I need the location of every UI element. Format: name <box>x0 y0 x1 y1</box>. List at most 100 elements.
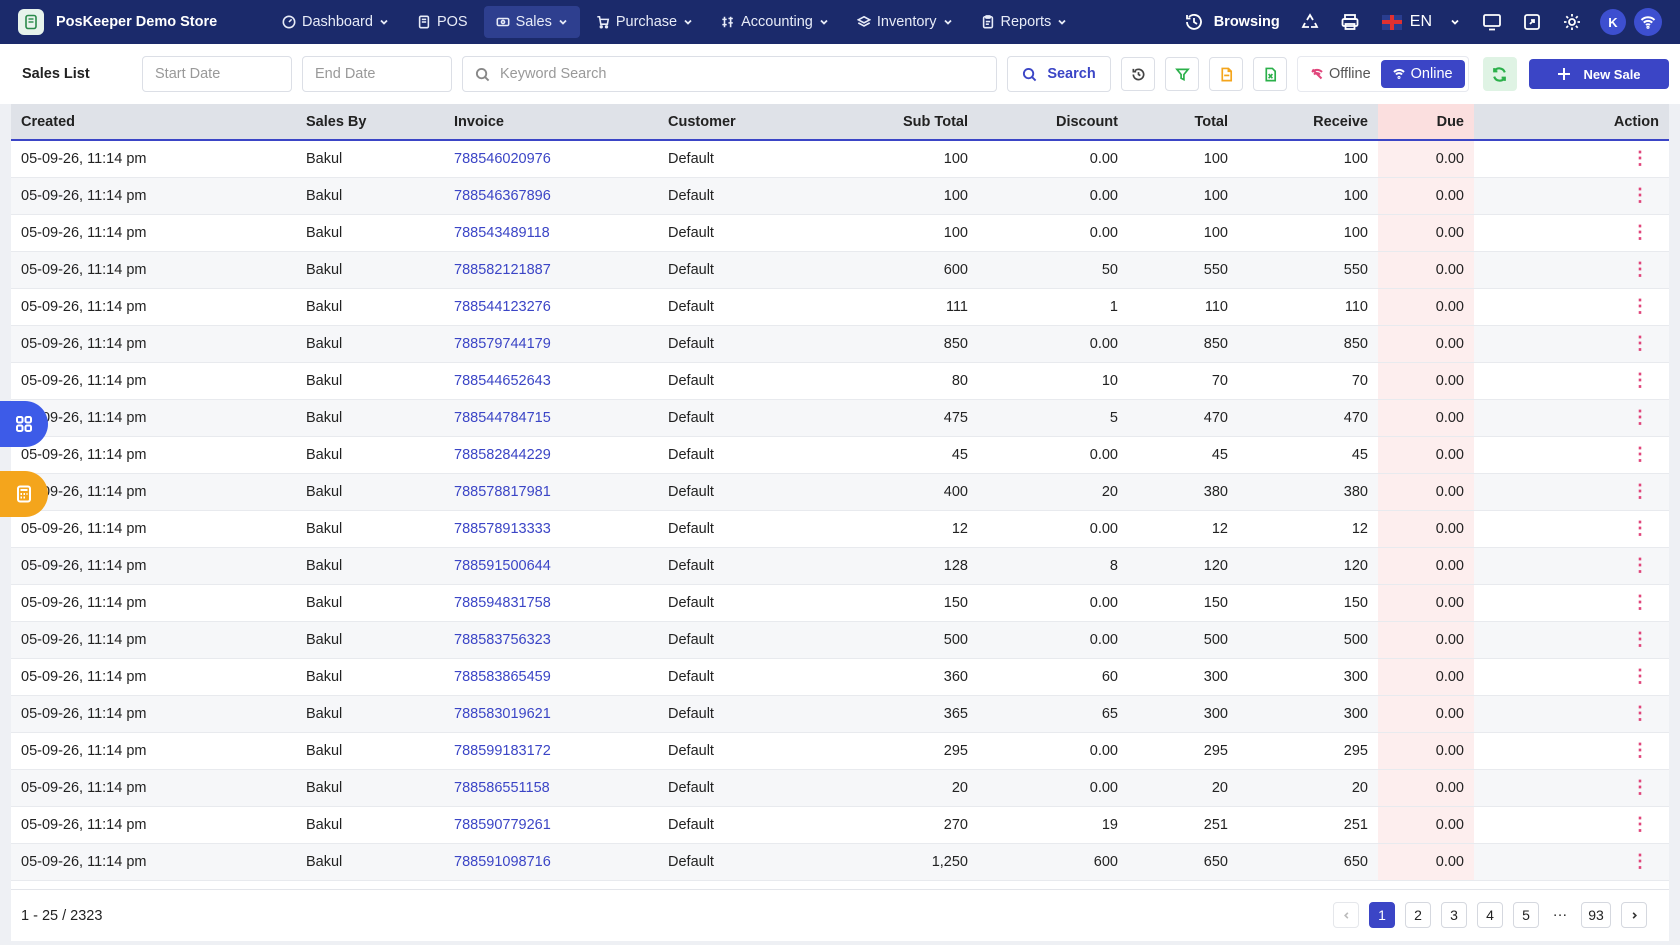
settings-button[interactable] <box>1552 0 1592 44</box>
nav-pos[interactable]: POS <box>405 6 480 38</box>
row-action-menu-icon[interactable]: ⋮ <box>1474 510 1669 548</box>
nav-accounting[interactable]: Accounting <box>709 6 841 38</box>
reset-button[interactable] <box>1121 57 1155 91</box>
cell-invoice[interactable]: 788579744179 <box>444 325 658 363</box>
start-date-input[interactable]: Start Date <box>142 56 292 92</box>
page-5-button[interactable]: 5 <box>1513 902 1539 928</box>
col-due[interactable]: Due <box>1378 104 1474 141</box>
table-row[interactable]: 05-09-26, 11:14 pm Bakul 788578817981 Defau… <box>11 473 1669 511</box>
row-action-menu-icon[interactable]: ⋮ <box>1474 288 1669 326</box>
search-button[interactable]: Search <box>1007 56 1111 92</box>
fullscreen-button[interactable] <box>1512 0 1552 44</box>
table-row[interactable]: 05-09-26, 11:14 pm Bakul 788578913333 Defau… <box>11 510 1669 548</box>
table-row[interactable]: 05-09-26, 11:14 pm Bakul 788583865459 Defau… <box>11 658 1669 696</box>
cell-invoice[interactable]: 788599183172 <box>444 732 658 770</box>
cell-invoice[interactable]: 788582844229 <box>444 436 658 474</box>
col-invoice[interactable]: Invoice <box>444 104 658 141</box>
page-2-button[interactable]: 2 <box>1405 902 1431 928</box>
row-action-menu-icon[interactable]: ⋮ <box>1474 806 1669 844</box>
table-row[interactable]: 05-09-26, 11:14 pm Bakul 788546020976 Defau… <box>11 140 1669 178</box>
table-row[interactable]: 05-09-26, 11:14 pm Bakul 788586551158 Defau… <box>11 769 1669 807</box>
filter-button[interactable] <box>1165 57 1199 91</box>
table-row[interactable]: 05-09-26, 11:14 pm Bakul 788590779261 Defau… <box>11 806 1669 844</box>
table-row[interactable]: 05-09-26, 11:14 pm Bakul 788591500644 Defau… <box>11 547 1669 585</box>
col-total[interactable]: Total <box>1128 104 1238 141</box>
recycle-button[interactable] <box>1290 0 1330 44</box>
table-row[interactable]: 05-09-26, 11:14 pm Bakul 788543489118 Defau… <box>11 214 1669 252</box>
row-action-menu-icon[interactable]: ⋮ <box>1474 325 1669 363</box>
cell-invoice[interactable]: 788543489118 <box>444 214 658 252</box>
next-page-button[interactable] <box>1621 902 1647 928</box>
cell-invoice[interactable]: 788590779261 <box>444 806 658 844</box>
new-sale-button[interactable]: New Sale <box>1529 59 1669 89</box>
end-date-input[interactable]: End Date <box>302 56 452 92</box>
cell-invoice[interactable]: 788578913333 <box>444 510 658 548</box>
row-action-menu-icon[interactable]: ⋮ <box>1474 214 1669 252</box>
cell-invoice[interactable]: 788578817981 <box>444 473 658 511</box>
calculator-float-button[interactable] <box>0 471 48 517</box>
page-4-button[interactable]: 4 <box>1477 902 1503 928</box>
cell-invoice[interactable]: 788544123276 <box>444 288 658 326</box>
cell-invoice[interactable]: 788546020976 <box>444 140 658 178</box>
nav-reports[interactable]: Reports <box>969 6 1080 38</box>
offline-option[interactable]: Offline <box>1301 60 1381 88</box>
cell-invoice[interactable]: 788583019621 <box>444 695 658 733</box>
sync-button[interactable] <box>1482 57 1517 91</box>
table-row[interactable]: 05-09-26, 11:14 pm Bakul 788599183172 Defau… <box>11 732 1669 770</box>
row-action-menu-icon[interactable]: ⋮ <box>1474 584 1669 622</box>
display-button[interactable] <box>1472 0 1512 44</box>
pagination-ellipsis[interactable]: ··· <box>1549 907 1571 923</box>
table-row[interactable]: 05-09-26, 11:14 pm Bakul 788583756323 Defau… <box>11 621 1669 659</box>
nav-dashboard[interactable]: Dashboard <box>270 6 401 38</box>
row-action-menu-icon[interactable]: ⋮ <box>1474 547 1669 585</box>
table-row[interactable]: 05-09-26, 11:14 pm Bakul 788579744179 Defau… <box>11 325 1669 363</box>
page-1-button[interactable]: 1 <box>1369 902 1395 928</box>
row-action-menu-icon[interactable]: ⋮ <box>1474 732 1669 770</box>
col-sales-by[interactable]: Sales By <box>296 104 444 141</box>
table-row[interactable]: 05-09-26, 11:14 pm Bakul 788544784715 Defau… <box>11 399 1669 437</box>
table-row[interactable]: 05-09-26, 11:14 pm Bakul 788544123276 Defau… <box>11 288 1669 326</box>
brand[interactable]: PosKeeper Demo Store <box>0 9 270 35</box>
cell-invoice[interactable]: 788582121887 <box>444 251 658 289</box>
cell-invoice[interactable]: 788591500644 <box>444 547 658 585</box>
cell-invoice[interactable]: 788544784715 <box>444 399 658 437</box>
col-customer[interactable]: Customer <box>658 104 808 141</box>
export-excel-button[interactable] <box>1253 57 1287 91</box>
col-created[interactable]: Created <box>11 104 296 141</box>
cell-invoice[interactable]: 788546367896 <box>444 177 658 215</box>
row-action-menu-icon[interactable]: ⋮ <box>1474 769 1669 807</box>
row-action-menu-icon[interactable]: ⋮ <box>1474 658 1669 696</box>
table-row[interactable]: 05-09-26, 11:14 pm Bakul 788546367896 Defau… <box>11 177 1669 215</box>
row-action-menu-icon[interactable]: ⋮ <box>1474 140 1669 178</box>
keyword-search-input[interactable]: Keyword Search <box>462 56 997 92</box>
apps-float-button[interactable] <box>0 401 48 447</box>
table-row[interactable]: 05-09-26, 11:14 pm Bakul 788544652643 Defau… <box>11 362 1669 400</box>
row-action-menu-icon[interactable]: ⋮ <box>1474 399 1669 437</box>
nav-inventory[interactable]: Inventory <box>845 6 965 38</box>
col-receive[interactable]: Receive <box>1238 104 1378 141</box>
row-action-menu-icon[interactable]: ⋮ <box>1474 251 1669 289</box>
table-row[interactable]: 05-09-26, 11:14 pm Bakul 788582121887 Defau… <box>11 251 1669 289</box>
row-action-menu-icon[interactable]: ⋮ <box>1474 621 1669 659</box>
browsing-indicator[interactable]: Browsing <box>1184 12 1290 32</box>
connection-button[interactable] <box>1634 8 1662 36</box>
print-button[interactable] <box>1330 0 1370 44</box>
page-3-button[interactable]: 3 <box>1441 902 1467 928</box>
nav-purchase[interactable]: Purchase <box>584 6 705 38</box>
cell-invoice[interactable]: 788594831758 <box>444 584 658 622</box>
table-row[interactable]: 05-09-26, 11:14 pm Bakul 788583019621 Defau… <box>11 695 1669 733</box>
row-action-menu-icon[interactable]: ⋮ <box>1474 473 1669 511</box>
cell-invoice[interactable]: 788544652643 <box>444 362 658 400</box>
cell-invoice[interactable]: 788583865459 <box>444 658 658 696</box>
row-action-menu-icon[interactable]: ⋮ <box>1474 177 1669 215</box>
row-action-menu-icon[interactable]: ⋮ <box>1474 362 1669 400</box>
language-selector[interactable]: EN <box>1370 13 1472 31</box>
online-option[interactable]: Online <box>1380 60 1465 88</box>
table-row[interactable]: 05-09-26, 11:14 pm Bakul 788594831758 Defau… <box>11 584 1669 622</box>
row-action-menu-icon[interactable]: ⋮ <box>1474 695 1669 733</box>
sales-table-container[interactable]: Created Sales By Invoice Customer Sub To… <box>11 104 1669 889</box>
cell-invoice[interactable]: 788586551158 <box>444 769 658 807</box>
col-sub-total[interactable]: Sub Total <box>808 104 978 141</box>
last-page-button[interactable]: 93 <box>1581 902 1611 928</box>
export-pdf-button[interactable] <box>1209 57 1243 91</box>
